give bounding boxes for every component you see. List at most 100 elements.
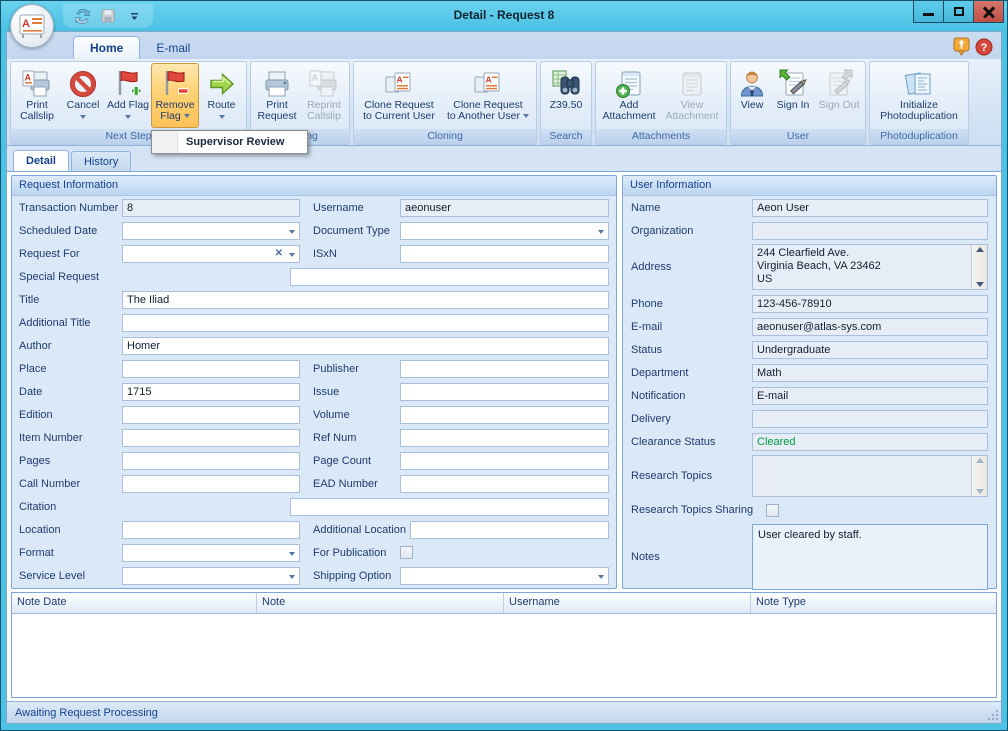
author-field[interactable]: Homer — [122, 337, 609, 355]
scrollbar[interactable] — [971, 245, 987, 289]
citation-field[interactable] — [290, 498, 609, 516]
address-field[interactable]: 244 Clearfield Ave. Virginia Beach, VA 2… — [752, 244, 988, 290]
edition-field[interactable] — [122, 406, 300, 424]
dropdown-arrow-icon — [219, 115, 225, 119]
add-attachment-button[interactable]: Add Attachment — [598, 63, 660, 129]
column-header-note-date[interactable]: Note Date — [12, 593, 257, 613]
service-level-dropdown[interactable] — [122, 567, 300, 585]
research-topics-field[interactable] — [752, 455, 988, 497]
form-row: Scheduled Date Document Type — [12, 219, 616, 242]
view-attachment-button[interactable]: View Attachment — [660, 63, 724, 129]
status-field[interactable]: Undergraduate — [752, 341, 988, 359]
volume-field[interactable] — [400, 406, 609, 424]
email-field[interactable]: aeonuser@atlas-sys.com — [752, 318, 988, 336]
notification-field[interactable]: E-mail — [752, 387, 988, 405]
address-label: Address — [631, 261, 752, 273]
print-request-button[interactable]: Print Request — [253, 63, 301, 129]
sign-out-button[interactable]: Sign Out — [815, 63, 863, 129]
delivery-field[interactable] — [752, 410, 988, 428]
form-row: Address 244 Clearfield Ave. Virginia Bea… — [623, 242, 996, 292]
isxn-field[interactable] — [400, 245, 609, 263]
tab-history[interactable]: History — [71, 151, 131, 171]
column-header-username[interactable]: Username — [504, 593, 751, 613]
view-user-button[interactable]: View — [733, 63, 771, 129]
clear-icon[interactable]: ✕ — [275, 246, 283, 262]
button-label: Cancel — [67, 100, 100, 112]
for-publication-checkbox[interactable] — [400, 546, 413, 559]
transaction-number-field[interactable]: 8 — [122, 199, 300, 217]
author-label: Author — [19, 340, 122, 352]
date-field[interactable]: 1715 — [122, 383, 300, 401]
phone-field[interactable]: 123-456-78910 — [752, 295, 988, 313]
request-for-combo[interactable]: ✕ — [122, 245, 300, 263]
additional-title-field[interactable] — [122, 314, 609, 332]
chevron-down-icon — [289, 552, 295, 556]
clearance-status-field[interactable]: Cleared — [752, 433, 988, 451]
page-count-field[interactable] — [400, 452, 609, 470]
pages-field[interactable] — [122, 452, 300, 470]
close-button[interactable] — [973, 1, 1004, 23]
publisher-field[interactable] — [400, 360, 609, 378]
username-field[interactable]: aeonuser — [400, 199, 609, 217]
tab-email[interactable]: E-mail — [140, 37, 206, 59]
call-number-field[interactable] — [122, 475, 300, 493]
ribbon-tab-row: Home E-mail ? — [7, 32, 1001, 59]
help-button[interactable]: ? — [975, 38, 993, 61]
add-flag-button[interactable]: Add Flag — [105, 63, 151, 129]
title-field[interactable]: The Iliad — [122, 291, 609, 309]
scrollbar[interactable] — [971, 456, 987, 496]
remove-flag-button[interactable]: Remove Flag — [151, 63, 199, 129]
button-label: Callslip — [20, 111, 54, 123]
tab-detail[interactable]: Detail — [13, 150, 69, 171]
clone-request-current-user-button[interactable]: A Clone Request to Current User — [356, 63, 442, 129]
ead-number-field[interactable] — [400, 475, 609, 493]
app-menu-button[interactable]: A — [10, 4, 54, 48]
menu-item-supervisor-review[interactable]: Supervisor Review — [152, 131, 307, 153]
pin-button[interactable] — [953, 37, 970, 61]
maximize-button[interactable] — [943, 1, 974, 23]
scheduled-date-dropdown[interactable] — [122, 222, 300, 240]
tab-home[interactable]: Home — [73, 36, 140, 59]
column-header-note-type[interactable]: Note Type — [751, 593, 996, 613]
name-field[interactable]: Aeon User — [752, 199, 988, 217]
form-row: Call Number EAD Number — [12, 472, 616, 495]
place-field[interactable] — [122, 360, 300, 378]
user-notes-field[interactable]: User cleared by staff. — [752, 524, 988, 590]
column-header-note[interactable]: Note — [257, 593, 504, 613]
scheduled-date-label: Scheduled Date — [19, 225, 122, 237]
format-dropdown[interactable] — [122, 544, 300, 562]
scroll-up-icon[interactable] — [976, 247, 984, 252]
clone-request-another-user-button[interactable]: A Clone Request to Another User — [442, 63, 534, 129]
cancel-button[interactable]: Cancel — [61, 63, 105, 129]
resize-grip[interactable] — [987, 709, 999, 721]
sign-in-button[interactable]: Sign In — [771, 63, 815, 129]
item-number-field[interactable] — [122, 429, 300, 447]
research-topics-sharing-checkbox[interactable] — [766, 504, 779, 517]
issue-label: Issue — [300, 386, 400, 398]
scroll-down-icon[interactable] — [976, 282, 984, 287]
location-field[interactable] — [122, 521, 300, 539]
document-type-dropdown[interactable] — [400, 222, 609, 240]
ref-num-field[interactable] — [400, 429, 609, 447]
form-row: Delivery — [623, 407, 996, 430]
issue-field[interactable] — [400, 383, 609, 401]
initialize-photoduplication-button[interactable]: Initialize Photoduplication — [872, 63, 966, 129]
minimize-icon — [923, 13, 934, 16]
route-button[interactable]: Route — [199, 63, 244, 129]
minimize-button[interactable] — [913, 1, 944, 23]
scroll-down-icon[interactable] — [976, 489, 984, 494]
additional-location-field[interactable] — [410, 521, 609, 539]
notes-grid-body[interactable] — [12, 614, 996, 697]
department-field[interactable]: Math — [752, 364, 988, 382]
print-callslip-button[interactable]: A Print Callslip — [13, 63, 61, 129]
name-label: Name — [631, 202, 752, 214]
organization-field[interactable] — [752, 222, 988, 240]
email-label: E-mail — [631, 321, 752, 333]
z3950-button[interactable]: Z39.50 — [543, 63, 589, 129]
reprint-callslip-button[interactable]: A Reprint Callslip — [301, 63, 347, 129]
page-count-label: Page Count — [300, 455, 400, 467]
scroll-up-icon[interactable] — [976, 458, 984, 463]
special-request-field[interactable] — [290, 268, 609, 286]
shipping-option-dropdown[interactable] — [400, 567, 609, 585]
group-label-photoduplication: Photoduplication — [870, 129, 968, 144]
